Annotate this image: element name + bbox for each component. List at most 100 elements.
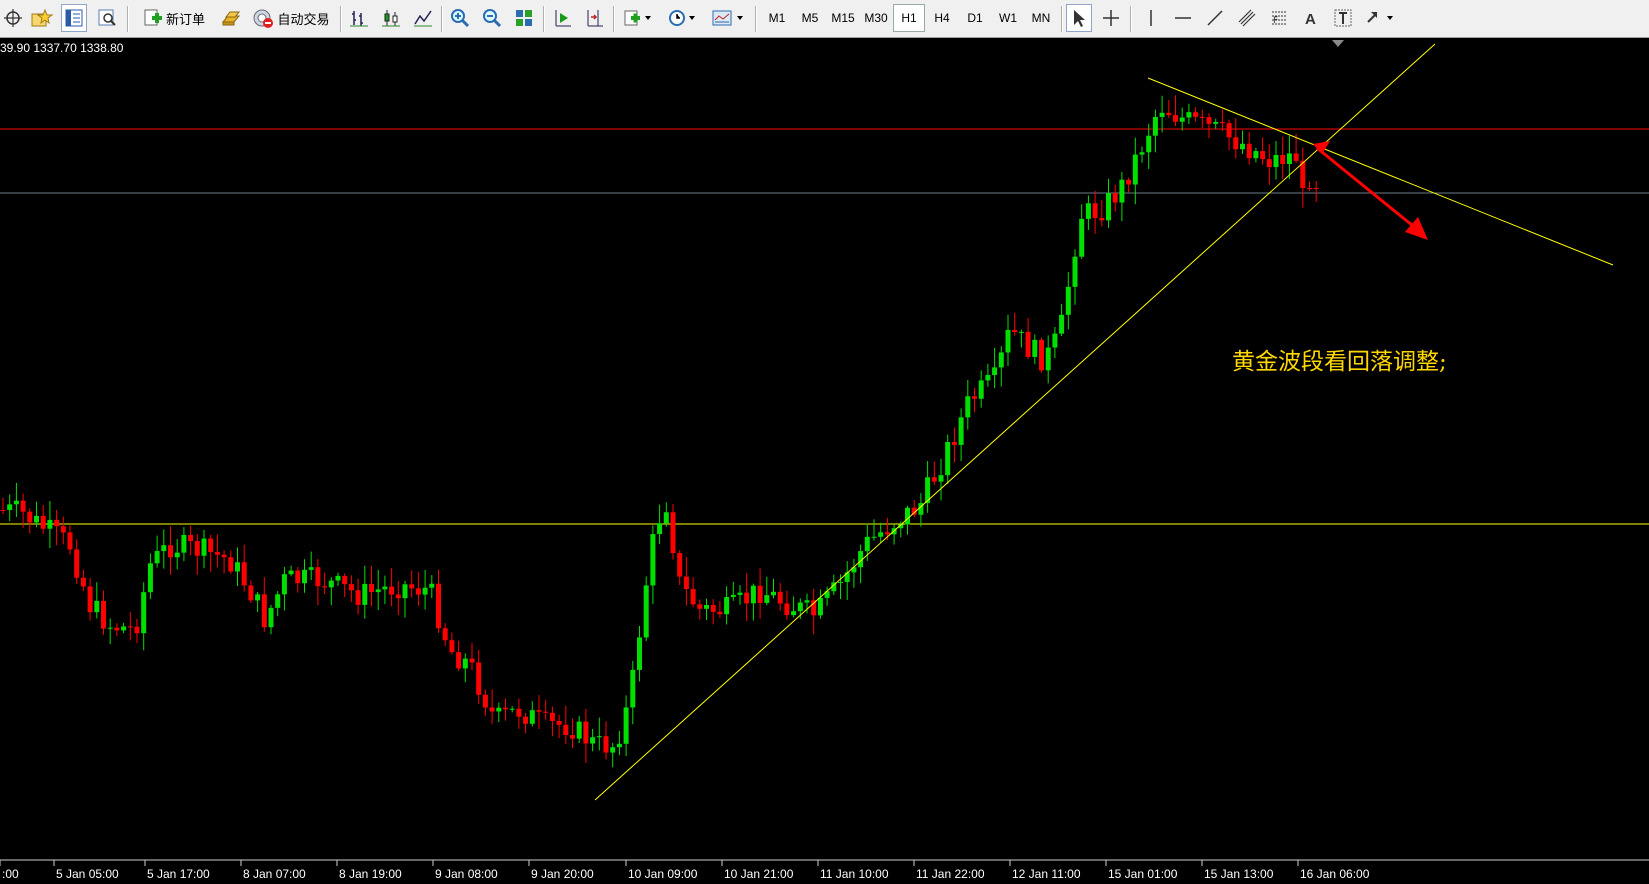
chart-area[interactable]: :00 5 Jan 05:00 5 Jan 17:00 8 Jan 07:00 8 Ja… bbox=[0, 38, 1649, 884]
periods-clock-icon[interactable] bbox=[664, 4, 700, 32]
candle-bull bbox=[1052, 333, 1058, 348]
candle-bull bbox=[724, 597, 730, 615]
candle-bull bbox=[643, 585, 649, 638]
candle-bear bbox=[1112, 193, 1118, 203]
arrows-icon[interactable] bbox=[1362, 4, 1398, 32]
candle-bull bbox=[1240, 143, 1245, 150]
new-order-button[interactable]: 新订单 bbox=[134, 4, 214, 32]
candle-bear bbox=[322, 586, 328, 588]
auto-trading-button[interactable]: 自动交易 bbox=[246, 4, 336, 32]
templates-icon[interactable] bbox=[708, 4, 748, 32]
time-label: 5 Jan 17:00 bbox=[147, 867, 210, 881]
candle-bear bbox=[503, 707, 508, 710]
candle-bull bbox=[871, 536, 877, 538]
candle-bull bbox=[47, 519, 53, 529]
candle-bull bbox=[797, 602, 803, 612]
candle-bull bbox=[235, 562, 240, 572]
candle-bear bbox=[54, 519, 60, 527]
bar-chart-icon[interactable] bbox=[346, 4, 372, 32]
candle-bear bbox=[931, 477, 937, 482]
crosshair-icon[interactable] bbox=[1098, 4, 1124, 32]
timeframe-m30[interactable]: M30 bbox=[860, 4, 892, 32]
candle-bear bbox=[583, 721, 589, 744]
candle-bear bbox=[315, 567, 321, 587]
svg-text:F: F bbox=[1273, 16, 1278, 26]
candle-bull bbox=[878, 532, 884, 537]
candle-bear bbox=[248, 585, 254, 601]
timeframe-w1[interactable]: W1 bbox=[992, 4, 1024, 32]
candle-bear bbox=[389, 586, 395, 595]
candle-bull bbox=[576, 721, 582, 739]
candle-bull bbox=[275, 594, 281, 608]
candle-bear bbox=[134, 626, 140, 634]
candle-bear bbox=[342, 575, 348, 585]
favorites-icon[interactable] bbox=[29, 4, 55, 32]
candle-bull bbox=[13, 500, 19, 505]
candle-bear bbox=[683, 576, 689, 590]
zoom-out-icon[interactable] bbox=[479, 4, 505, 32]
timeframe-m1[interactable]: M1 bbox=[761, 4, 793, 32]
candle-bull bbox=[1079, 218, 1085, 257]
candle-bear bbox=[482, 694, 488, 708]
price-info: 39.90 1337.70 1338.80 bbox=[0, 41, 124, 55]
text-icon[interactable]: A bbox=[1298, 4, 1324, 32]
candle-bull bbox=[844, 572, 850, 582]
horizontal-line-icon[interactable] bbox=[1170, 4, 1196, 32]
candle-bull bbox=[1286, 153, 1292, 165]
time-label: 11 Jan 22:00 bbox=[916, 867, 985, 881]
text-label-icon[interactable] bbox=[1330, 4, 1356, 32]
candle-bear bbox=[355, 590, 361, 605]
candle-bear bbox=[80, 577, 86, 587]
timeframe-d1[interactable]: D1 bbox=[959, 4, 991, 32]
candle-bear bbox=[127, 626, 133, 628]
crosshair-move-icon[interactable] bbox=[0, 4, 26, 32]
timeframe-h4[interactable]: H4 bbox=[926, 4, 958, 32]
zoom-window-icon[interactable] bbox=[94, 4, 120, 32]
timeframe-h1[interactable]: H1 bbox=[893, 4, 925, 32]
candle-bull bbox=[529, 710, 535, 724]
timeframe-m15[interactable]: M15 bbox=[827, 4, 859, 32]
auto-scroll-icon[interactable] bbox=[550, 4, 576, 32]
trendline-icon[interactable] bbox=[1202, 4, 1228, 32]
candle-bear bbox=[1307, 188, 1312, 189]
line-chart-icon[interactable] bbox=[410, 4, 436, 32]
tile-windows-icon[interactable] bbox=[511, 4, 537, 32]
candle-bear bbox=[1126, 179, 1132, 185]
equidistant-channel-icon[interactable] bbox=[1234, 4, 1260, 32]
time-label: 15 Jan 01:00 bbox=[1108, 867, 1178, 881]
candle-bear bbox=[469, 658, 475, 663]
price-chart[interactable]: :00 5 Jan 05:00 5 Jan 17:00 8 Jan 07:00 8 Ja… bbox=[0, 38, 1649, 884]
candle-bull bbox=[650, 534, 656, 586]
candle-bear bbox=[20, 500, 26, 512]
chart-shift-icon[interactable] bbox=[582, 4, 608, 32]
candle-bull bbox=[1085, 203, 1091, 219]
fibonacci-icon[interactable]: F bbox=[1266, 4, 1292, 32]
candle-bull bbox=[737, 592, 743, 595]
candle-bull bbox=[1273, 155, 1279, 168]
zoom-in-icon[interactable] bbox=[447, 4, 473, 32]
gold-bars-icon[interactable] bbox=[218, 4, 244, 32]
ascending-trendline bbox=[594, 43, 1436, 801]
candle-bull bbox=[496, 707, 502, 712]
indicators-icon[interactable] bbox=[620, 4, 656, 32]
candlestick-chart-icon[interactable] bbox=[378, 4, 404, 32]
timeframe-mn[interactable]: MN bbox=[1025, 4, 1057, 32]
candle-bull bbox=[791, 611, 797, 616]
chart-shift-marker bbox=[1332, 40, 1344, 47]
candle-bull bbox=[1179, 117, 1185, 122]
candle-bull bbox=[1132, 154, 1138, 185]
candle-bull bbox=[1186, 112, 1192, 118]
candle-bear bbox=[784, 603, 790, 616]
candle-bull bbox=[34, 515, 39, 523]
timeframe-m5[interactable]: M5 bbox=[794, 4, 826, 32]
navigator-icon[interactable] bbox=[61, 4, 87, 32]
toolbar: 新订单 自动交易 M1 M5 M15 M30 H1 H4 D1 W1 MN F … bbox=[0, 0, 1649, 38]
candle-bull bbox=[1139, 152, 1145, 155]
candle-bear bbox=[516, 708, 522, 717]
vertical-line-icon[interactable] bbox=[1138, 4, 1164, 32]
candle-bear bbox=[221, 554, 227, 558]
svg-text:A: A bbox=[1305, 11, 1316, 28]
cursor-icon[interactable] bbox=[1066, 4, 1092, 32]
candle-bull bbox=[657, 523, 663, 535]
candle-bull bbox=[1253, 151, 1259, 159]
